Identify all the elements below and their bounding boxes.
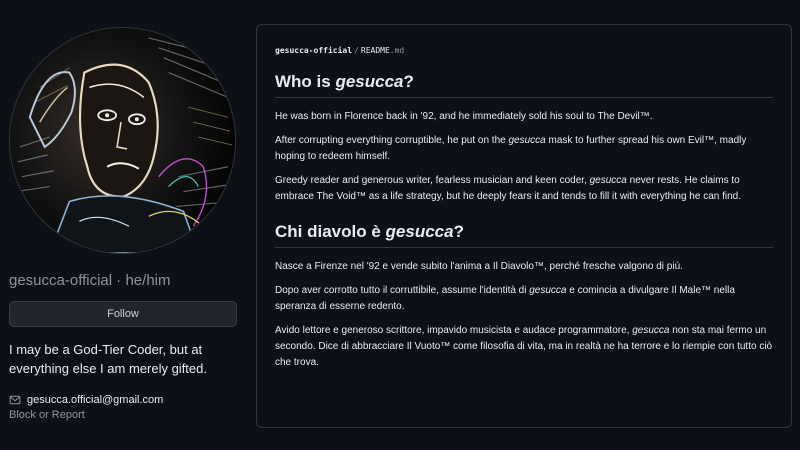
paragraph-it-1: Nasce a Firenze nel '92 e vende subito l…: [275, 261, 683, 272]
email-row: gesucca.official@gmail.com: [9, 392, 237, 408]
readme-owner-link[interactable]: gesucca-official: [275, 46, 352, 55]
name-italic: gesucca: [529, 285, 567, 296]
path-separator: /: [354, 46, 359, 55]
block-or-report-link[interactable]: Block or Report: [9, 409, 85, 421]
heading-suffix: ?: [453, 222, 464, 241]
paragraph-en-2: After corrupting everything corruptible,…: [275, 133, 773, 165]
paragraph-en-3: Greedy reader and generous writer, fearl…: [275, 173, 773, 205]
paragraph-it-3: Avido lettore e generoso scrittore, impa…: [275, 323, 773, 371]
heading-suffix: ?: [403, 72, 414, 91]
follow-button[interactable]: Follow: [9, 301, 237, 327]
profile-username-line: gesucca-official · he/him: [9, 271, 237, 291]
readme-path: gesucca-official / README.md: [275, 45, 773, 57]
bio-text: I may be a God-Tier Coder, but at everyt…: [9, 342, 207, 376]
pronouns: he/him: [125, 272, 171, 289]
email-link[interactable]: gesucca.official@gmail.com: [27, 394, 163, 406]
readme-file-link[interactable]: README: [361, 46, 390, 55]
heading-who-is: Who is gesucca?: [275, 71, 773, 98]
separator-dot: ·: [116, 272, 122, 289]
paragraph-it-2: Dopo aver corrotto tutto il corruttibile…: [275, 283, 773, 315]
readme-section-english: Who is gesucca? He was born in Florence …: [275, 71, 773, 205]
heading-prefix: Chi diavolo è: [275, 222, 386, 241]
mail-icon: [9, 395, 21, 405]
name-italic: gesucca: [508, 135, 546, 146]
text: Greedy reader and generous writer, fearl…: [275, 175, 590, 186]
avatar[interactable]: [9, 27, 236, 254]
readme-card: gesucca-official / README.md Who is gesucc…: [256, 24, 792, 428]
text: After corrupting everything corruptible,…: [275, 135, 509, 146]
text: Avido lettore e generoso scrittore, impa…: [275, 325, 633, 336]
name-italic: gesucca: [589, 175, 627, 186]
readme-section-italian: Chi diavolo è gesucca? Nasce a Firenze n…: [275, 221, 773, 371]
heading-prefix: Who is: [275, 72, 336, 91]
heading-chi-diavolo: Chi diavolo è gesucca?: [275, 221, 773, 248]
readme-file-ext: .md: [389, 46, 405, 55]
avatar-image: [10, 28, 235, 253]
paragraph-en-1: He was born in Florence back in '92, and…: [275, 111, 653, 122]
heading-name: gesucca: [335, 72, 404, 91]
name-italic: gesucca: [632, 325, 670, 336]
heading-name: gesucca: [385, 222, 454, 241]
username: gesucca-official: [9, 272, 113, 289]
text: Dopo aver corrotto tutto il corruttibile…: [275, 285, 530, 296]
profile-page: gesucca-official · he/him Follow I may b…: [0, 0, 800, 450]
